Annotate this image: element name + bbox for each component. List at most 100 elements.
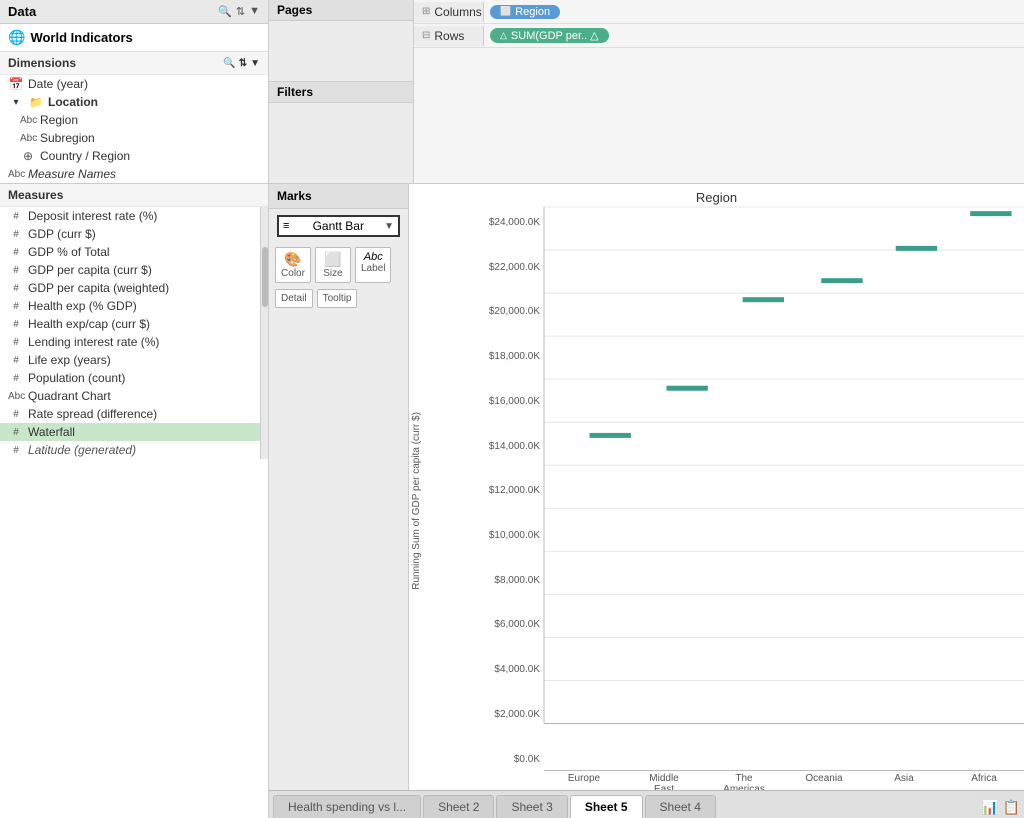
- date-icon: 📅: [8, 77, 24, 91]
- y-label-1: $22,000.0K: [489, 262, 540, 273]
- marks-buttons: 🎨 Color ⬜ Size Abc Label: [269, 243, 408, 287]
- rows-content: △ SUM(GDP per.. △: [484, 26, 1024, 45]
- color-button[interactable]: 🎨 Color: [275, 247, 311, 283]
- dim-label-region: Region: [40, 113, 78, 127]
- measure-rate-spread[interactable]: # Rate spread (difference): [0, 405, 260, 423]
- dim-item-measure-names[interactable]: Abc Measure Names: [0, 165, 268, 183]
- marks-title: Marks: [269, 184, 408, 209]
- bar-asia: [896, 246, 937, 251]
- dropdown-chevron: ▼: [384, 221, 394, 232]
- y-label-5: $14,000.0K: [489, 441, 540, 452]
- rows-pill-icon: △: [500, 30, 507, 41]
- detail-button[interactable]: Detail: [275, 289, 313, 308]
- tab-sheet3[interactable]: Sheet 3: [496, 795, 567, 818]
- tab-sheet5[interactable]: Sheet 5: [570, 795, 643, 818]
- subregion-icon: Abc: [20, 133, 36, 144]
- tab-sheet2[interactable]: Sheet 2: [423, 795, 494, 818]
- measure-gdp-per-cap[interactable]: # GDP per capita (curr $): [0, 261, 260, 279]
- measure-health-pct[interactable]: # Health exp (% GDP): [0, 297, 260, 315]
- columns-label: ⊞ Columns: [414, 2, 484, 22]
- rows-pill[interactable]: △ SUM(GDP per.. △: [490, 28, 609, 43]
- size-icon: ⬜: [324, 251, 341, 268]
- main-area: Data 🔍 ⇅ ▼ 🌐 World Indicators Dimensions…: [0, 0, 1024, 818]
- data-source-name: World Indicators: [30, 30, 132, 45]
- dim-label-location: Location: [48, 95, 98, 109]
- dim-item-country[interactable]: ⊕ Country / Region: [0, 147, 268, 165]
- measure-life[interactable]: # Life exp (years): [0, 351, 260, 369]
- data-source-row[interactable]: 🌐 World Indicators: [0, 24, 268, 52]
- label-button[interactable]: Abc Label: [355, 247, 391, 283]
- measure-waterfall[interactable]: # Waterfall: [0, 423, 260, 441]
- columns-pill-icon: ⬜: [500, 6, 511, 17]
- x-label-africa: Africa: [944, 773, 1024, 790]
- dimensions-label: Dimensions: [8, 56, 76, 70]
- size-button[interactable]: ⬜ Size: [315, 247, 351, 283]
- bottom-tabs: Health spending vs l... Sheet 2 Sheet 3 …: [269, 790, 1024, 818]
- measure-hash-icon-5: #: [8, 283, 24, 294]
- y-label-3: $18,000.0K: [489, 351, 540, 362]
- columns-pill[interactable]: ⬜ Region: [490, 5, 560, 19]
- dim-label-subregion: Subregion: [40, 131, 95, 145]
- measure-hash-icon-11: #: [8, 409, 24, 420]
- search-icon[interactable]: 🔍: [218, 5, 232, 18]
- measure-health-cap[interactable]: # Health exp/cap (curr $): [0, 315, 260, 333]
- y-axis: $24,000.0K $22,000.0K $20,000.0K $18,000…: [424, 207, 544, 790]
- y-label-0: $24,000.0K: [489, 217, 540, 228]
- left-panel-header: Data 🔍 ⇅ ▼: [0, 0, 268, 24]
- x-label-asia: Asia: [864, 773, 944, 790]
- label-label: Label: [361, 263, 385, 274]
- chart-inner: Running Sum of GDP per capita (curr $) $…: [409, 207, 1024, 790]
- dim-arrow-icon[interactable]: ▼: [250, 58, 260, 69]
- measure-gdp-weighted[interactable]: # GDP per capita (weighted): [0, 279, 260, 297]
- color-icon: 🎨: [284, 251, 301, 268]
- tooltip-button[interactable]: Tooltip: [317, 289, 358, 308]
- bar-africa: [970, 211, 1011, 216]
- y-axis-title: Running Sum of GDP per capita (curr $): [409, 207, 424, 790]
- columns-content: ⬜ Region: [484, 3, 1024, 21]
- measures-section: Measures # Deposit interest rate (%) # G…: [0, 183, 268, 459]
- marks-buttons-row2: Detail Tooltip: [269, 287, 408, 310]
- measure-population[interactable]: # Population (count): [0, 369, 260, 387]
- measure-list: # Deposit interest rate (%) # GDP (curr …: [0, 207, 260, 459]
- measure-label-gdp-weighted: GDP per capita (weighted): [28, 281, 169, 295]
- dim-item-region[interactable]: Abc Region: [0, 111, 268, 129]
- y-label-12: $0.0K: [514, 754, 540, 765]
- measure-gdp-pct[interactable]: # GDP % of Total: [0, 243, 260, 261]
- dim-item-location[interactable]: ▾ 📁 Location: [0, 93, 268, 111]
- dim-sort-icon[interactable]: ⇅: [239, 58, 247, 69]
- bar-oceania: [821, 278, 862, 283]
- rows-pill-text: SUM(GDP per.. △: [511, 29, 599, 42]
- measure-hash-icon-6: #: [8, 301, 24, 312]
- dim-item-date[interactable]: 📅 Date (year): [0, 75, 268, 93]
- chart-title: Region: [409, 184, 1024, 207]
- more-icon[interactable]: ▼: [249, 5, 260, 18]
- location-expand-icon: ▾: [8, 97, 24, 108]
- panel-title: Data: [8, 4, 36, 19]
- measure-label-rate-spread: Rate spread (difference): [28, 407, 157, 421]
- measures-label: Measures: [8, 188, 63, 202]
- measure-deposit[interactable]: # Deposit interest rate (%): [0, 207, 260, 225]
- dim-label-date: Date (year): [28, 77, 88, 91]
- dim-item-subregion[interactable]: Abc Subregion: [0, 129, 268, 147]
- filters-content: [269, 103, 413, 183]
- new-sheet-icon[interactable]: 📊: [981, 799, 998, 816]
- measure-quadrant[interactable]: Abc Quadrant Chart: [0, 387, 260, 405]
- tab-health-spending[interactable]: Health spending vs l...: [273, 795, 421, 818]
- y-label-11: $2,000.0K: [494, 709, 540, 720]
- measure-gdp[interactable]: # GDP (curr $): [0, 225, 260, 243]
- tab-icons: 📊 📋: [981, 799, 1020, 818]
- measure-lending[interactable]: # Lending interest rate (%): [0, 333, 260, 351]
- dim-search-icon[interactable]: 🔍: [223, 58, 235, 69]
- sort-icon[interactable]: ⇅: [236, 5, 245, 18]
- measure-latitude[interactable]: # Latitude (generated): [0, 441, 260, 459]
- marks-type-dropdown[interactable]: ≡ Gantt Bar ▼: [277, 215, 400, 237]
- tab-sheet4[interactable]: Sheet 4: [645, 795, 716, 818]
- tooltip-label: Tooltip: [323, 293, 352, 304]
- chart-workspace: Marks ≡ Gantt Bar ▼ 🎨 Color ⬜ Size: [269, 184, 1024, 790]
- measures-header: Measures: [0, 184, 268, 207]
- measure-label-health-pct: Health exp (% GDP): [28, 299, 137, 313]
- x-axis: Europe MiddleEast TheAmericas Oceania As…: [544, 770, 1024, 790]
- measures-scrollbar[interactable]: [260, 207, 268, 459]
- duplicate-sheet-icon[interactable]: 📋: [1003, 799, 1020, 816]
- label-icon: Abc: [364, 251, 383, 263]
